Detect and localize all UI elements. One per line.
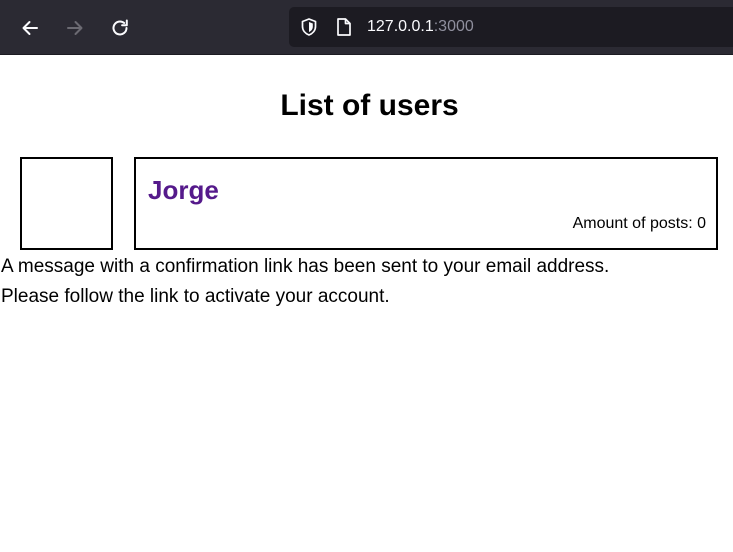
page-content: List of users Jorge Amount of posts: 0 A… bbox=[0, 55, 733, 552]
user-avatar bbox=[20, 157, 113, 250]
notice-line-1: A message with a confirmation link has b… bbox=[1, 256, 610, 277]
confirmation-notice: A message with a confirmation link has b… bbox=[1, 252, 731, 312]
reload-button[interactable] bbox=[106, 14, 134, 42]
user-card: Jorge Amount of posts: 0 bbox=[134, 157, 718, 250]
arrow-left-icon bbox=[22, 21, 38, 35]
page-icon bbox=[337, 18, 351, 36]
shield-icon[interactable] bbox=[299, 17, 319, 37]
url-port: :3000 bbox=[433, 18, 474, 35]
page-title: List of users bbox=[280, 89, 459, 122]
notice-line-2: Please follow the link to activate your … bbox=[1, 286, 390, 307]
browser-toolbar: 127.0.0.1:3000 bbox=[0, 0, 733, 55]
url-text[interactable]: 127.0.0.1:3000 bbox=[367, 18, 474, 36]
url-bar[interactable]: 127.0.0.1:3000 bbox=[289, 7, 733, 47]
url-host: 127.0.0.1 bbox=[367, 18, 434, 35]
back-button[interactable] bbox=[16, 14, 44, 42]
forward-button[interactable] bbox=[61, 14, 89, 42]
arrow-right-icon bbox=[67, 21, 83, 35]
user-name-link[interactable]: Jorge bbox=[148, 174, 219, 206]
post-count: Amount of posts: 0 bbox=[572, 215, 706, 232]
reload-icon bbox=[112, 19, 128, 36]
